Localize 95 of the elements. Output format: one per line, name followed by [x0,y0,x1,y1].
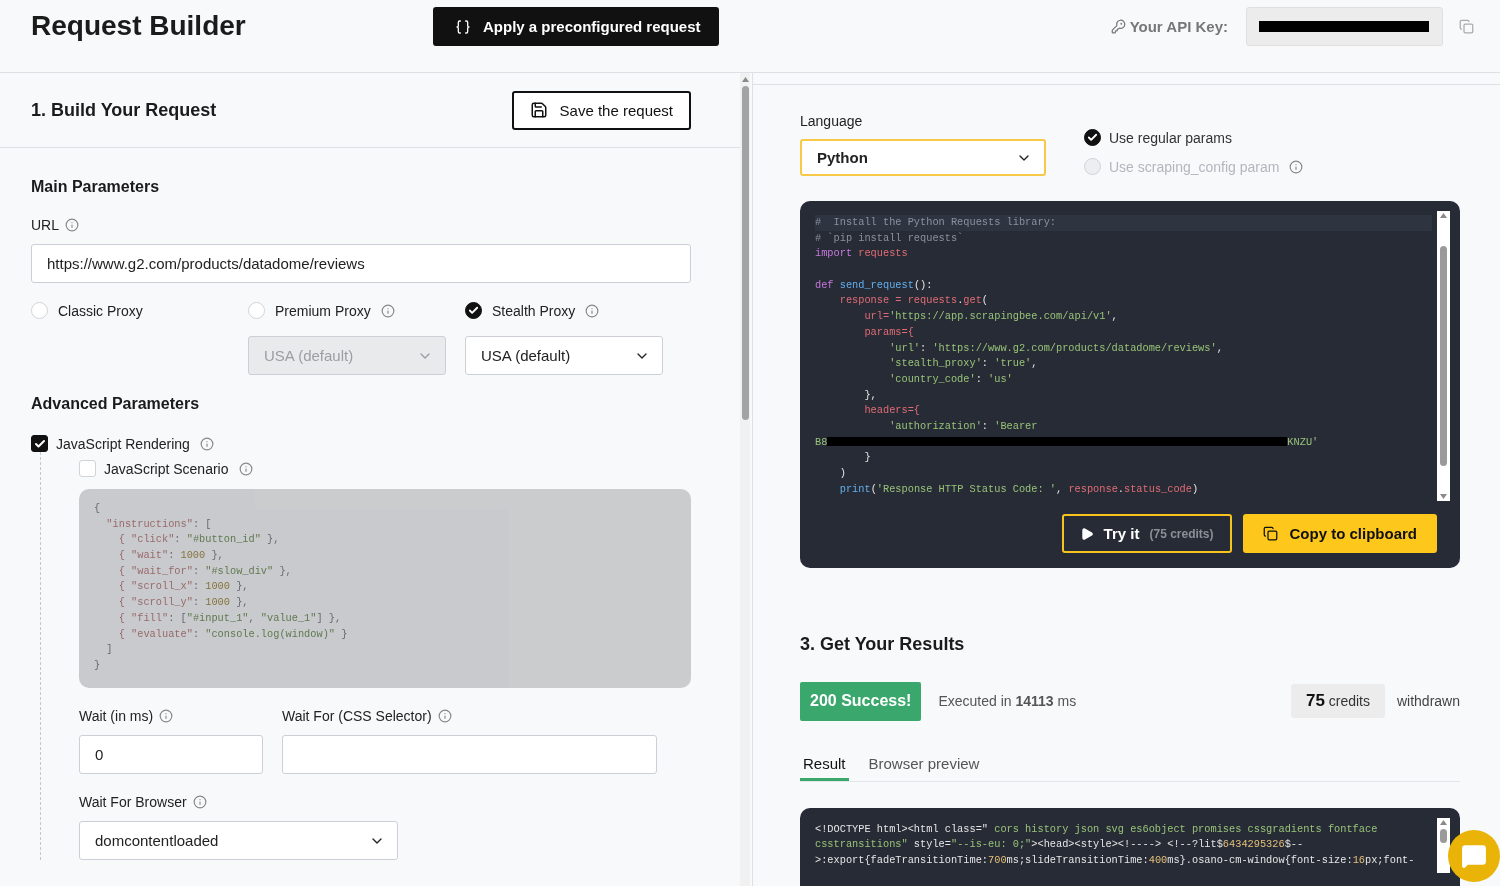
preset-button[interactable]: Apply a preconfigured request [433,7,719,46]
withdrawn-text: withdrawn [1396,693,1460,710]
copy-icon[interactable] [1459,19,1474,34]
code-line: ) [838,466,847,481]
field-label: Language [800,113,864,129]
section-title: 3. Get Your Results [800,633,966,655]
language-select[interactable]: Python [800,139,1046,176]
code-line: "instructions": [ [105,516,213,532]
proxy-radio[interactable] [465,302,482,319]
credits-count: 75 credits [1290,684,1385,719]
param-radio[interactable] [1084,129,1101,146]
field-label: URL [31,217,59,233]
code-line: # `pip install requests` [815,230,965,246]
try-button[interactable]: Try it (75 credits) [1061,514,1232,553]
braces-icon [455,18,471,35]
code-line: params={ [863,324,915,340]
code-line: 'authorization': 'Bearer [888,418,1039,434]
code-line: }, [863,387,878,403]
group-title: Main Parameters [31,178,161,196]
code-line: } [863,450,872,466]
code-line: 'country_code': 'us' [888,371,1014,387]
key-icon [1110,19,1126,34]
code-line: { "click": "#button_id" }, [117,532,281,548]
scroll-up-icon[interactable] [1440,213,1447,218]
group-title: Advanced Parameters [31,395,201,413]
result-tab[interactable]: Browser preview [865,754,983,781]
selector-field[interactable] [282,735,657,774]
url-field[interactable]: https://www.g2.com/products/datadome/reviews [31,244,691,283]
page-title: Request Builder [31,10,247,42]
api-key-field[interactable] [1246,7,1443,46]
info-icon[interactable] [585,303,600,318]
proxy-label: Stealth Proxy [492,302,576,319]
proxy-label: Premium Proxy [275,302,371,319]
browser-wait-select[interactable]: domcontentloaded [79,821,398,860]
radio-label: Use scraping_config param [1109,158,1280,175]
code-line: { "evaluate": "console.log(window)" } [117,626,349,642]
check-icon [1087,132,1098,143]
code-line: { "wait_for": "#slow_div" }, [117,563,293,579]
code-line: csstransitions" style="--is-eu: 0;"><head><style><!----> <!--?lit$6434295326$-- [815,837,1305,853]
code-line: >:export{fadeTransitionTime:700ms;slideTransitionTime:400ms}.osano-cm-window{font-size:16px;font- [815,853,1416,868]
scroll-up-icon[interactable] [741,77,749,82]
code-line: <!DOCTYPE html><html class=" cors history json svg es6object promises cssgradients fontface [815,821,1379,837]
result-tab[interactable]: Result [800,754,849,781]
save-icon [529,101,548,119]
scrollbar-thumb[interactable] [1440,828,1447,843]
scroll-down-icon[interactable] [1440,494,1447,499]
proxy-label: Classic Proxy [58,302,143,319]
info-icon[interactable] [65,218,79,232]
info-icon[interactable] [159,709,174,723]
checkbox-label: JavaScript Scenario [104,460,229,477]
code-line: { "wait": 1000 }, [117,548,225,564]
section-title: 1. Build Your Request [31,99,217,121]
code-line: B8 KNZU' [815,434,1320,450]
info-icon[interactable] [238,461,253,476]
credits-note: (75 credits) [1149,526,1214,541]
scrollbar-thumb[interactable] [741,86,749,420]
code-line: import requests [815,246,909,262]
checkbox[interactable] [31,435,48,452]
checkbox-label: JavaScript Rendering [56,435,190,452]
code-line: 'url': 'https://www.g2.com/products/datadome/reviews', [888,340,1224,356]
code-line: { "scroll_x": 1000 }, [117,579,250,595]
check-icon [33,437,46,450]
radio-label: Use regular params [1109,129,1232,146]
field-label: Wait For (CSS Selector) [282,708,432,724]
code-line: ] [105,642,114,658]
code-line: print('Response HTTP Status Code: ', response.status_code) [838,481,1200,497]
play-icon [1079,526,1094,541]
field-label: Wait For Browser [79,794,187,810]
copy-icon [1262,526,1278,541]
chat-icon [1461,843,1487,869]
code-line: { "fill": ["#input_1", "value_1"] }, [117,610,343,626]
code-line: { [94,501,102,516]
code-line: headers={ [863,403,922,419]
info-icon[interactable] [199,436,214,451]
execution-time: Executed in 14113 ms [938,693,1077,710]
info-icon[interactable] [192,795,207,809]
code-line: url='https://app.scrapingbee.com/api/v1', [863,309,1119,325]
status-label: 200 Success! [800,681,922,721]
field-label: Wait (in ms) [79,708,154,724]
code-line: def send_request(): [815,277,934,293]
save-button[interactable]: Save the request [511,90,691,130]
code-line: } [94,657,102,673]
copy-button[interactable]: Copy to clipboard [1242,514,1437,553]
wait-field[interactable]: 0 [79,735,263,774]
api-key-label: Your API Key: [1129,18,1228,35]
code-line: 'stealth_proxy': 'true', [888,356,1039,372]
info-icon[interactable] [437,709,452,723]
check-icon [468,305,479,316]
country-select[interactable]: USA (default) [465,336,663,375]
chat-button[interactable] [1448,830,1500,882]
code-line: response = requests.get( [838,293,990,309]
scrollbar[interactable] [1437,211,1450,501]
code-line: { "scroll_y": 1000 }, [117,595,250,611]
scroll-up-icon[interactable] [1440,819,1447,825]
info-icon[interactable] [380,303,395,318]
